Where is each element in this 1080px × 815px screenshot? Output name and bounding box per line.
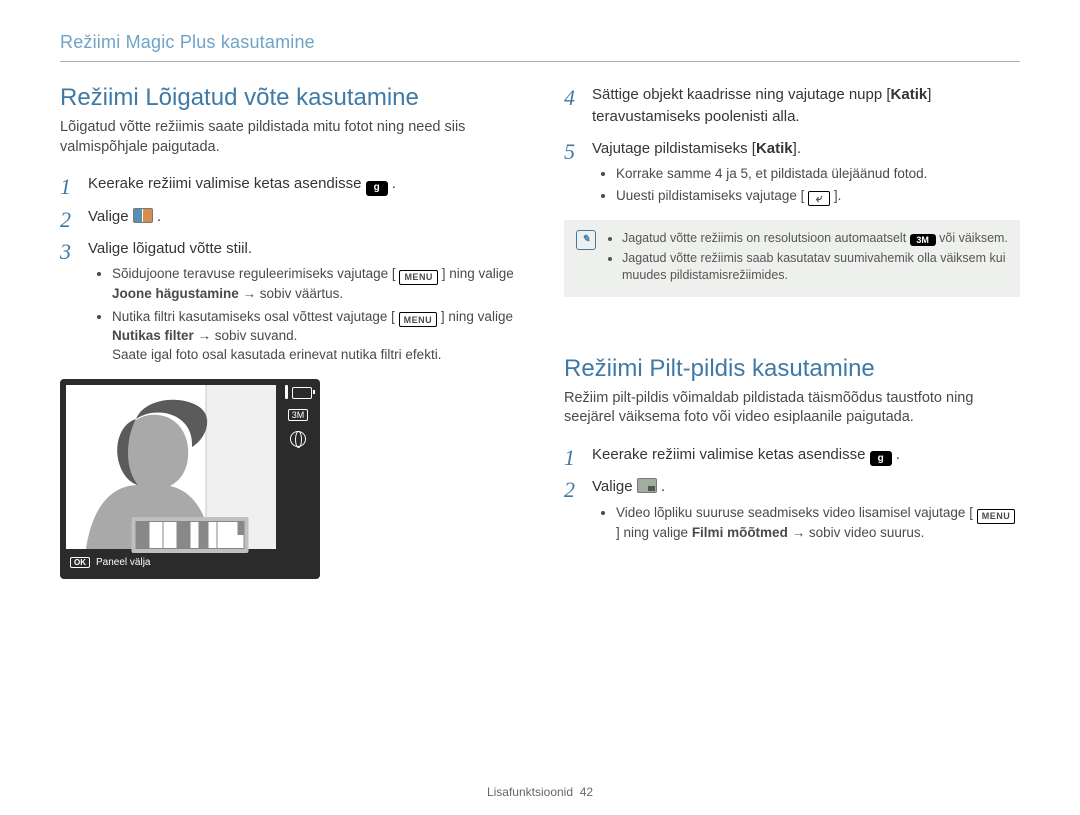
mode-dial-icon: g: [366, 181, 388, 196]
signal-bar-icon: [285, 385, 288, 399]
section-title-split-shot: Režiimi Lõigatud võte kasutamine: [60, 84, 516, 112]
footer-section: Lisafunktsioonid: [487, 785, 573, 799]
right-column: Sättige objekt kaadrisse ning vajutage n…: [564, 84, 1020, 579]
layout-option-strip: [191, 521, 218, 549]
section-title-pip: Režiimi Pilt-pildis kasutamine: [564, 355, 1020, 383]
layout-option-right-shade: [164, 521, 191, 549]
page-header: Režiimi Magic Plus kasutamine: [60, 32, 1020, 62]
step-5-bullet-a: Korrake samme 4 ja 5, et pildistada ülej…: [616, 165, 1020, 183]
section-intro-split-shot: Lõigatud võtte režiimis saate pildistada…: [60, 118, 516, 157]
step-5-subbullets: Korrake samme 4 ja 5, et pildistada ülej…: [592, 165, 1020, 206]
left-column: Režiimi Lõigatud võte kasutamine Lõigatu…: [60, 84, 516, 579]
two-columns: Režiimi Lõigatud võte kasutamine Lõigatu…: [60, 84, 1020, 579]
step-3: Valige lõigatud võtte stiil. Sõidujoone …: [60, 238, 516, 365]
globe-icon: [290, 431, 306, 447]
steps-pip: Keerake režiimi valimise ketas asendisse…: [564, 444, 1020, 543]
return-button-icon: ⤶: [808, 191, 830, 206]
menu-button-icon: MENU: [977, 509, 1016, 524]
battery-icon: [292, 387, 312, 399]
step-5-bullet-b: Uuesti pildistamiseks vajutage [ ⤶ ].: [616, 187, 1020, 206]
note-item-1: Jagatud võtte režiimis on resolutsioon a…: [622, 230, 1008, 247]
note-box: ✎ Jagatud võtte režiimis on resolutsioon…: [564, 220, 1020, 297]
step-3-subbullets: Sõidujoone teravuse reguleerimiseks vaju…: [88, 265, 516, 364]
layout-option-quad: [218, 521, 245, 549]
step-3-bullet-b: Nutika filtri kasutamiseks osal võttest …: [112, 308, 516, 365]
pip-step-2-subbullets: Video lõpliku suuruse seadmiseks video l…: [592, 504, 1020, 542]
step-2: Valige .: [60, 206, 516, 228]
ok-button-icon: OK: [70, 557, 90, 568]
camera-status-column: 3M: [282, 385, 314, 447]
step-4: Sättige objekt kaadrisse ning vajutage n…: [564, 84, 1020, 128]
menu-button-icon: MENU: [399, 270, 438, 285]
camera-preview-illustration: 3M OK Paneel välja: [60, 379, 320, 579]
note-list: Jagatud võtte režiimis on resolutsioon a…: [606, 230, 1008, 287]
mode-dial-icon: g: [870, 451, 892, 466]
menu-button-icon: MENU: [399, 312, 438, 327]
pip-step-1: Keerake režiimi valimise ketas asendisse…: [564, 444, 1020, 467]
page-footer: Lisafunktsioonid 42: [0, 785, 1080, 799]
layout-panel: [132, 517, 249, 553]
resolution-pill-icon: 3M: [910, 234, 936, 246]
step-1: Keerake režiimi valimise ketas asendisse…: [60, 173, 516, 196]
step-3-bullet-a: Sõidujoone teravuse reguleerimiseks vaju…: [112, 265, 516, 303]
pip-step-2-bullet-a: Video lõpliku suuruse seadmiseks video l…: [616, 504, 1020, 542]
steps-split-shot-continued: Sättige objekt kaadrisse ning vajutage n…: [564, 84, 1020, 206]
section-pip: Režiimi Pilt-pildis kasutamine Režiim pi…: [564, 355, 1020, 543]
pip-mode-icon: [637, 478, 657, 493]
split-shot-icon: [133, 208, 153, 223]
resolution-badge: 3M: [288, 409, 309, 421]
manual-page: Režiimi Magic Plus kasutamine Režiimi Lõ…: [0, 0, 1080, 815]
camera-bottom-label: Paneel välja: [96, 557, 150, 568]
layout-option-left-shade: [136, 521, 164, 549]
pip-step-2: Valige . Video lõpliku suuruse seadmisek…: [564, 476, 1020, 542]
footer-page-number: 42: [580, 785, 593, 799]
note-item-2: Jagatud võtte režiimis saab kasutatav su…: [622, 250, 1008, 284]
steps-split-shot: Keerake režiimi valimise ketas asendisse…: [60, 173, 516, 364]
note-icon: ✎: [576, 230, 596, 250]
camera-bottom-bar: OK Paneel välja: [66, 553, 276, 573]
step-5: Vajutage pildistamiseks [Katik]. Korrake…: [564, 138, 1020, 206]
section-intro-pip: Režiim pilt-pildis võimaldab pildistada …: [564, 389, 1020, 428]
